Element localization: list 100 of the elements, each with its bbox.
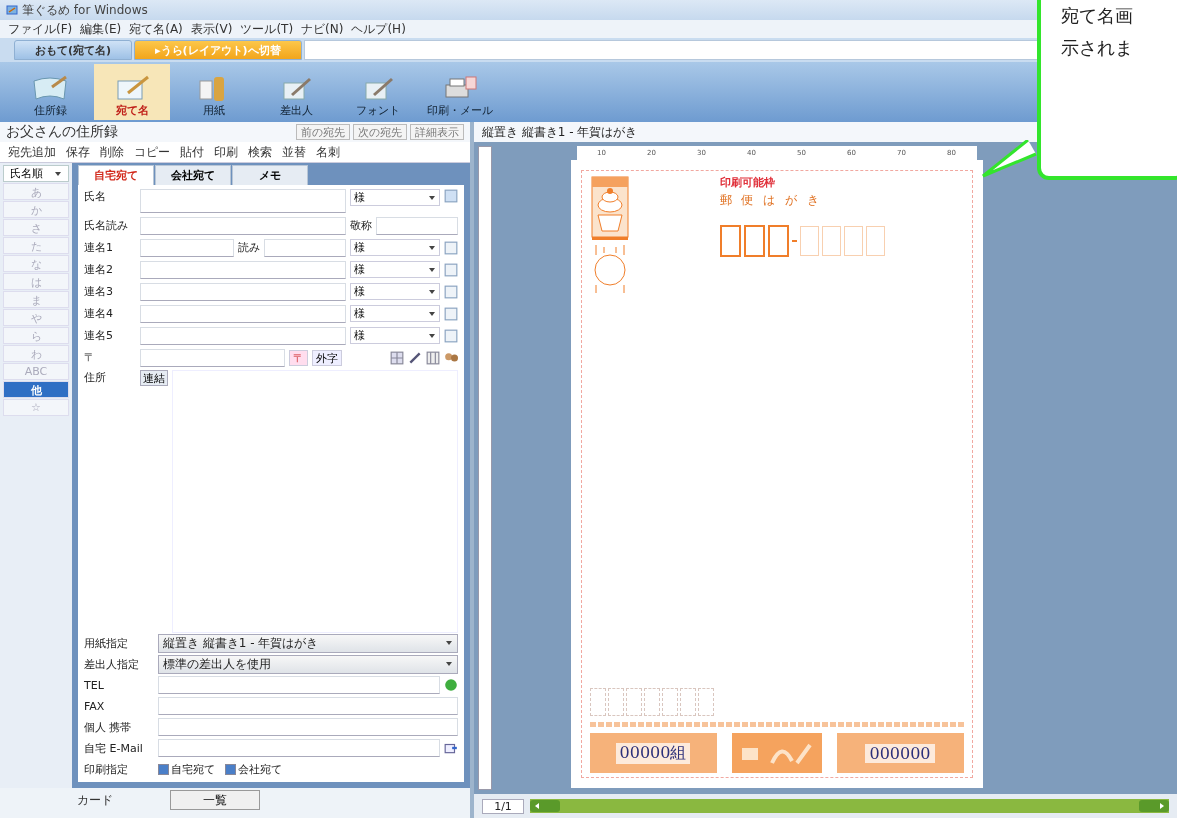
callout-text: 宛て名画 — [1061, 4, 1134, 28]
mode-tab[interactable]: おもて(宛て名) — [14, 40, 133, 60]
card-icon[interactable] — [444, 189, 458, 203]
field-label: 敬称 — [350, 218, 372, 233]
header-button[interactable]: 詳細表示 — [410, 124, 464, 140]
lottery-panel: 000000 — [836, 733, 964, 773]
card-icon[interactable] — [444, 240, 458, 255]
toolbar-button[interactable]: 宛て名 — [94, 64, 170, 120]
honorific-dropdown[interactable]: 様 — [350, 327, 440, 344]
input-field[interactable] — [140, 216, 346, 235]
field-label: 差出人指定 — [84, 656, 140, 672]
caret-icon — [428, 193, 436, 202]
address-button[interactable]: 連結 — [140, 370, 168, 386]
toolbar-button[interactable]: 用紙 — [176, 64, 252, 120]
action-button[interactable]: 削除 — [96, 143, 128, 161]
phone-icon[interactable] — [444, 678, 458, 692]
postal-button[interactable]: 〒 — [289, 349, 308, 366]
field-label: 氏名 — [84, 189, 107, 204]
left-arrow-button-icon[interactable] — [530, 800, 560, 812]
menu-item[interactable]: ファイル(F) — [8, 20, 73, 38]
pen-icon[interactable] — [408, 350, 422, 365]
menu-item[interactable]: 編集(E) — [80, 20, 122, 38]
input-field[interactable] — [264, 238, 346, 257]
grid-icon[interactable] — [390, 350, 404, 365]
printable-area-label: 印刷可能枠 — [719, 175, 776, 190]
caret-icon — [445, 660, 453, 668]
caret-icon — [428, 309, 436, 318]
grid-icon[interactable] — [426, 350, 440, 365]
checkbox[interactable]: 会社宛て — [225, 761, 282, 777]
input-field[interactable] — [140, 348, 285, 367]
card-icon[interactable] — [444, 306, 458, 321]
action-button[interactable]: 宛先追加 — [4, 143, 60, 161]
menu-item[interactable]: ナビ(N) — [301, 20, 344, 38]
mail-icon[interactable] — [444, 741, 458, 755]
input-field[interactable] — [158, 739, 440, 757]
input-field[interactable] — [140, 189, 346, 213]
menu-item[interactable]: 表示(V) — [190, 20, 233, 38]
header-button[interactable]: 前の宛先 — [296, 124, 350, 140]
field-label: 読み — [238, 240, 260, 255]
select-field[interactable]: 縦置き 縦書き1 - 年賀はがき — [158, 633, 458, 653]
caret-icon — [428, 265, 436, 274]
honorific-dropdown[interactable]: 様 — [350, 239, 440, 256]
field-label: 連名5 — [84, 328, 114, 343]
preview-title: 縦置き 縦書き1 - 年賀はがき — [482, 123, 638, 141]
view-tab[interactable]: カード — [50, 790, 140, 810]
toolbar-button[interactable]: フォント — [340, 64, 416, 120]
field-label: 連名4 — [84, 306, 114, 321]
postal-button[interactable]: 外字 — [312, 349, 342, 366]
toolbar-button[interactable]: 差出人 — [258, 64, 334, 120]
window-title: 筆ぐるめ for Windows — [22, 1, 148, 19]
card-icon[interactable] — [444, 284, 458, 299]
address-book-title: お父さんの住所録 — [6, 123, 118, 141]
lottery-panel: 00000組 — [589, 733, 717, 773]
card-icon[interactable] — [444, 262, 458, 277]
view-tab[interactable]: 一覧 — [170, 790, 260, 810]
app-icon — [6, 4, 18, 16]
page-field[interactable]: 1/1 — [482, 798, 524, 814]
action-button[interactable]: 貼付 — [176, 143, 208, 161]
card-icon[interactable] — [444, 328, 458, 343]
caret-icon — [445, 639, 453, 647]
honorific-dropdown[interactable]: 様 — [350, 261, 440, 278]
action-button[interactable]: 保存 — [62, 143, 94, 161]
action-button[interactable]: 名刺 — [312, 143, 344, 161]
action-button[interactable]: 並替 — [278, 143, 310, 161]
form-tab[interactable]: 会社宛て — [155, 165, 231, 185]
form-tab[interactable]: メモ — [232, 165, 308, 185]
sort-dropdown[interactable]: 氏名順 — [3, 165, 69, 182]
input-field[interactable] — [140, 238, 234, 257]
address-field[interactable] — [172, 370, 458, 633]
form-tab[interactable]: 自宅宛て — [78, 165, 154, 185]
field-label: TEL — [84, 678, 105, 692]
input-field[interactable] — [158, 676, 440, 694]
toolbar-button[interactable]: 住所録 — [12, 64, 88, 120]
menu-item[interactable]: 宛て名(A) — [129, 20, 183, 38]
menu-item[interactable]: ツール(T) — [240, 20, 294, 38]
input-field[interactable] — [158, 718, 458, 736]
header-button[interactable]: 次の宛先 — [353, 124, 407, 140]
field-label: 用紙指定 — [84, 635, 129, 651]
input-field[interactable] — [140, 326, 346, 345]
honorific-dropdown[interactable]: 様 — [350, 283, 440, 300]
field-label: 連名3 — [84, 284, 114, 299]
select-field[interactable]: 標準の差出人を使用 — [158, 654, 458, 674]
index-tab[interactable]: 他 — [3, 381, 69, 398]
right-arrow-button-icon[interactable] — [1139, 800, 1169, 812]
action-button[interactable]: 印刷 — [210, 143, 242, 161]
field-label: 住所 — [84, 370, 107, 385]
input-field[interactable] — [140, 282, 346, 301]
input-field[interactable] — [140, 304, 346, 323]
input-field[interactable] — [158, 697, 458, 715]
honorific-dropdown[interactable]: 様 — [350, 189, 440, 206]
action-button[interactable]: コピー — [130, 143, 174, 161]
input-field[interactable] — [376, 216, 458, 235]
toolbar-button[interactable]: 印刷・メール — [422, 64, 498, 120]
checkbox[interactable]: 自宅宛て — [158, 761, 215, 777]
field-label: 自宅 E-Mail — [84, 740, 144, 756]
book-icon — [30, 73, 70, 103]
menu-item[interactable]: ヘルプ(H) — [351, 20, 406, 38]
honorific-dropdown[interactable]: 様 — [350, 305, 440, 322]
action-button[interactable]: 検索 — [244, 143, 276, 161]
input-field[interactable] — [140, 260, 346, 279]
